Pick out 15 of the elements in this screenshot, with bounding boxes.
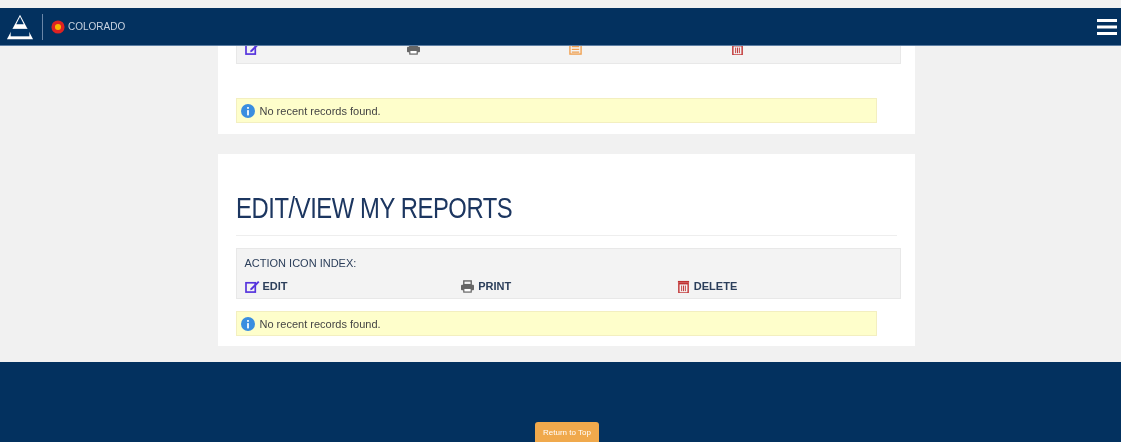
menu-icon[interactable] [1097,18,1117,35]
c-logo-icon [51,19,65,34]
action-label: EDIT [262,280,288,292]
alert-message: No recent records found. [259,317,381,330]
info-icon [240,316,255,331]
trash-icon [675,279,691,293]
action-label: PRINT [478,280,512,292]
edit-icon [244,279,260,293]
info-icon [240,103,255,118]
action-label: DELETE [693,280,738,292]
printer-icon [460,279,476,293]
section-title: EDIT/VIEW MY REPORTS [235,192,513,226]
legend-heading: ACTION ICON INDEX: [244,257,358,269]
brand-name[interactable]: COLORADO [68,21,126,32]
alert-message: No recent records found. [259,104,381,117]
